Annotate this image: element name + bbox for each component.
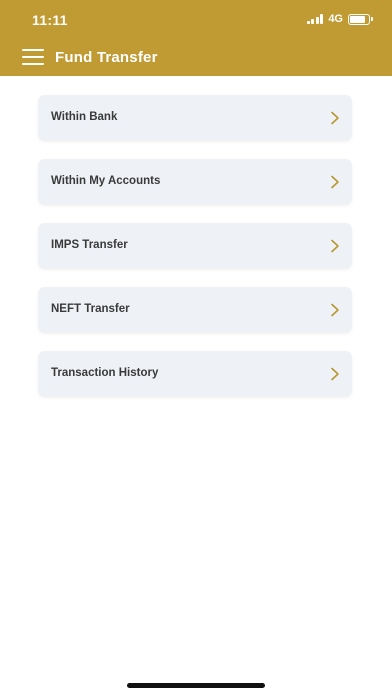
fund-transfer-options: Within Bank Within My Accounts IMPS Tran… [38,95,352,415]
page-title: Fund Transfer [55,49,158,66]
header: 11:11 4G Fund Transfer [0,0,392,76]
menu-item-label: Transaction History [51,367,159,379]
status-bar: 11:11 4G [0,0,392,40]
chevron-right-icon [331,303,339,317]
menu-item-transaction-history[interactable]: Transaction History [38,351,352,397]
menu-item-imps-transfer[interactable]: IMPS Transfer [38,223,352,269]
menu-item-label: IMPS Transfer [51,239,128,251]
chevron-right-icon [331,175,339,189]
menu-item-label: Within Bank [51,111,118,123]
menu-item-neft-transfer[interactable]: NEFT Transfer [38,287,352,333]
hamburger-menu-icon[interactable] [22,49,44,65]
app-bar: Fund Transfer [0,40,392,76]
chevron-right-icon [331,111,339,125]
menu-item-within-my-accounts[interactable]: Within My Accounts [38,159,352,205]
fund-transfer-screen: 11:11 4G Fund Transfer Within Bank Withi… [0,0,392,696]
network-type: 4G [328,13,343,25]
menu-item-label: Within My Accounts [51,175,161,187]
status-indicators: 4G [306,13,373,25]
chevron-right-icon [331,367,339,381]
menu-item-within-bank[interactable]: Within Bank [38,95,352,141]
home-indicator[interactable] [127,683,265,688]
menu-item-label: NEFT Transfer [51,303,130,315]
battery-icon [348,13,373,25]
chevron-right-icon [331,239,339,253]
signal-strength-icon [306,14,324,24]
status-time: 11:11 [32,12,68,28]
